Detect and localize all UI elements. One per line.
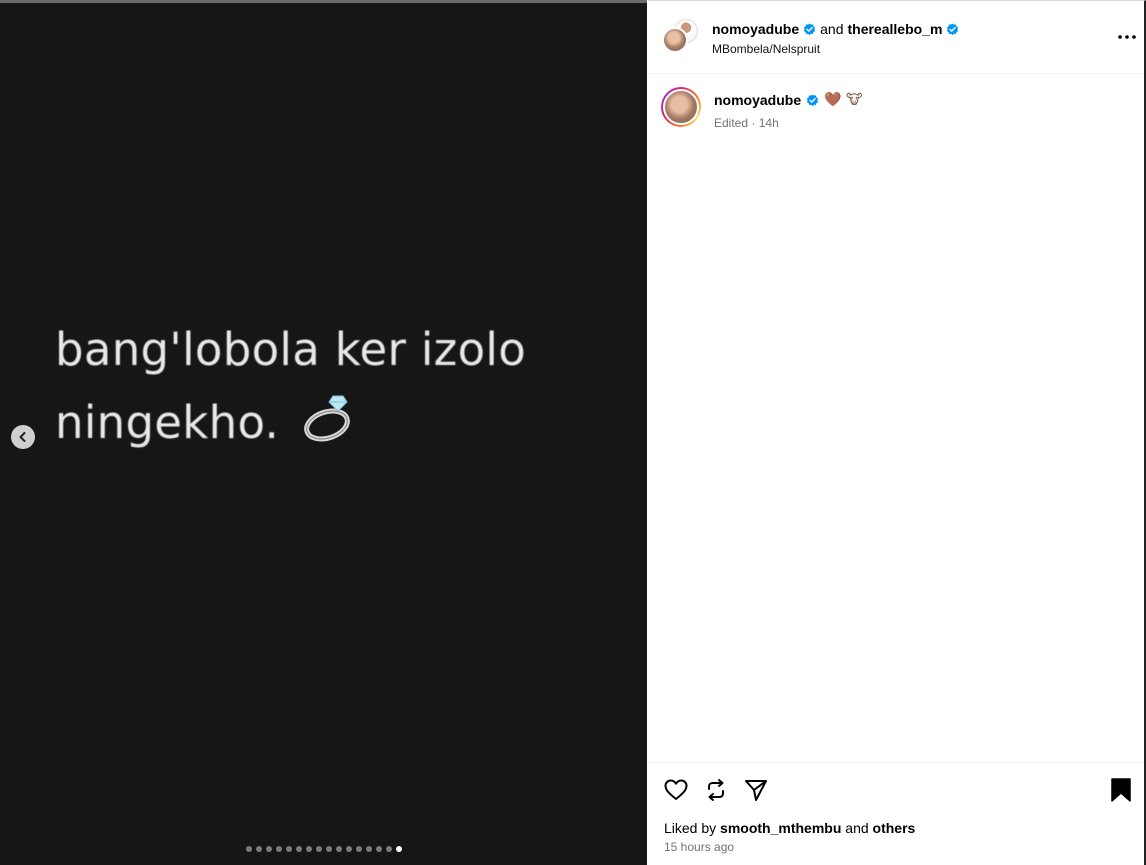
carousel-dot — [326, 846, 332, 852]
username-link[interactable]: nomoyadube — [712, 21, 799, 37]
liked-by-user[interactable]: smooth_mthembu — [720, 820, 841, 836]
carousel-dot — [346, 846, 352, 852]
bookmark-filled-icon[interactable] — [1108, 777, 1134, 803]
caption-text: 🤎 🐮 — [824, 92, 863, 108]
carousel-dot — [366, 846, 372, 852]
verified-badge-icon — [804, 22, 816, 35]
carousel-dot — [296, 846, 302, 852]
username-link[interactable]: thereallebo_m — [847, 21, 942, 37]
carousel-dot — [306, 846, 312, 852]
carousel-dot — [256, 846, 262, 852]
caption: nomoyadube 🤎 🐮 — [714, 92, 863, 108]
repost-icon[interactable] — [703, 777, 729, 803]
post-details: nomoyadube and thereallebo_m MBombela/Ne… — [648, 0, 1146, 865]
carousel-dot — [376, 846, 382, 852]
verified-badge-icon — [947, 22, 959, 35]
connector-text: and — [820, 21, 844, 37]
carousel-indicator — [246, 846, 402, 852]
post-media[interactable]: bang'lobola ker izolo ningekho. — [0, 0, 647, 865]
collab-avatars[interactable] — [662, 19, 698, 55]
send-icon[interactable] — [743, 777, 769, 803]
more-options-icon[interactable] — [1116, 27, 1138, 47]
carousel-dot — [336, 846, 342, 852]
collab-usernames: nomoyadube and thereallebo_m — [712, 21, 959, 37]
caption-time[interactable]: 14h — [759, 116, 779, 130]
chevron-left-icon — [19, 432, 26, 442]
carousel-dot — [266, 846, 272, 852]
carousel-dot — [356, 846, 362, 852]
previous-slide-button[interactable] — [11, 425, 35, 449]
meta-separator: · — [751, 116, 756, 130]
verified-badge-icon — [807, 93, 819, 106]
carousel-dot — [316, 846, 322, 852]
caption-username[interactable]: nomoyadube — [714, 92, 801, 108]
post-header: nomoyadube and thereallebo_m MBombela/Ne… — [648, 1, 1144, 74]
caption-avatar[interactable] — [661, 87, 701, 127]
ring-icon — [304, 395, 350, 442]
location-link[interactable]: MBombela/Nelspruit — [712, 42, 820, 56]
carousel-dot — [246, 846, 252, 852]
edited-label: Edited — [714, 116, 749, 130]
carousel-dot — [396, 846, 402, 852]
heart-icon[interactable] — [663, 777, 689, 803]
liked-by-prefix: Liked by — [664, 820, 717, 836]
carousel-dot — [386, 846, 392, 852]
action-bar: Liked by smooth_mthembu and others 15 ho… — [648, 762, 1144, 865]
carousel-dot — [276, 846, 282, 852]
avatar[interactable] — [662, 27, 688, 53]
liked-by-others[interactable]: others — [873, 820, 916, 836]
carousel-dot — [286, 846, 292, 852]
caption-meta: Edited · 14h — [714, 116, 779, 130]
avatar — [663, 89, 699, 125]
likes-summary: Liked by smooth_mthembu and others — [664, 820, 915, 836]
post-timestamp[interactable]: 15 hours ago — [664, 840, 734, 854]
liked-by-and: and — [845, 820, 869, 836]
slide-text-line1: bang'lobola ker izolo — [55, 323, 527, 376]
